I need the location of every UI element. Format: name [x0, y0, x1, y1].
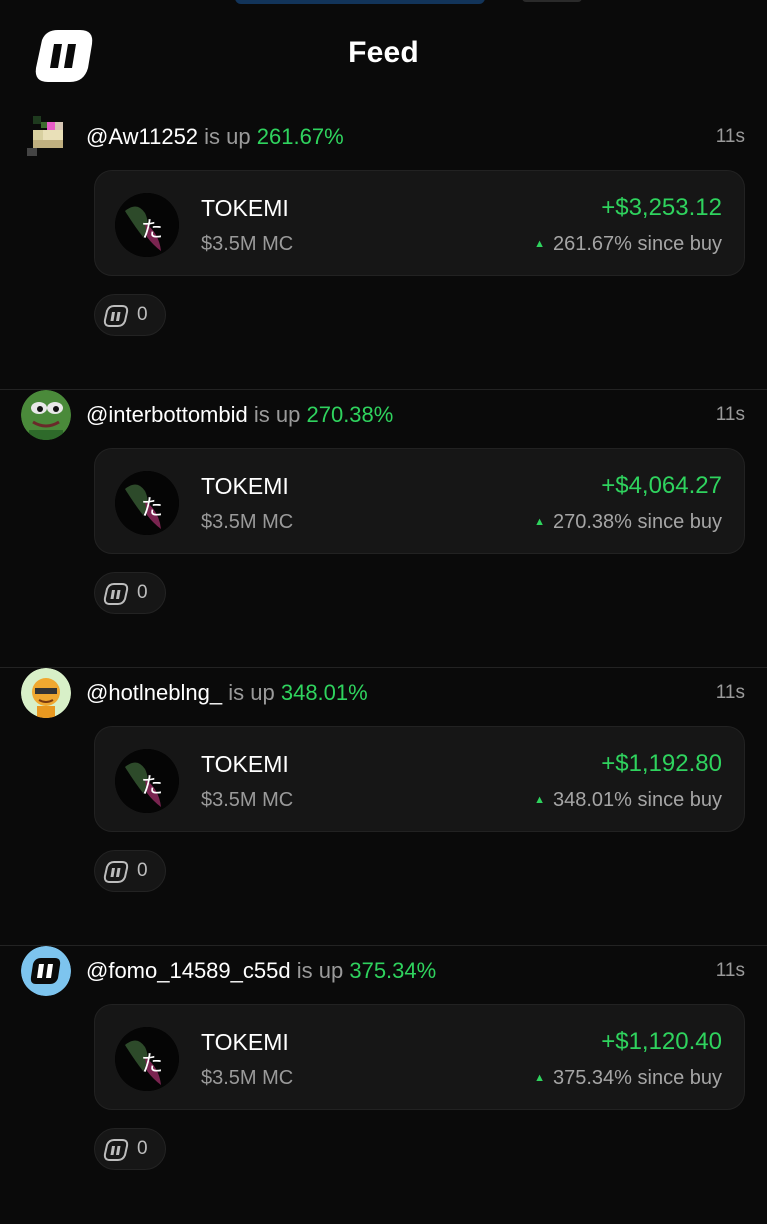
token-market-cap: $3.5M MC [201, 789, 294, 811]
post-time: 11s [715, 682, 745, 703]
token-icon: た [115, 471, 179, 535]
token-leaf-icon: た [115, 749, 179, 813]
token-name: TOKEMI [201, 195, 289, 221]
post-headline: @hotlneblng_ is up 348.01% [86, 680, 368, 706]
token-market-cap: $3.5M MC [201, 511, 294, 533]
reaction-count: 0 [137, 304, 148, 325]
post-time: 11s [715, 960, 745, 981]
up-triangle-icon: ▲ [534, 516, 545, 528]
token-icon: た [115, 749, 179, 813]
feed-post[interactable]: @hotlneblng_ is up 348.01% 11s た TOKEMI … [0, 668, 767, 946]
reaction-logo-icon [103, 583, 129, 605]
gain-amount: +$1,192.80 [601, 750, 722, 777]
since-buy: ▲ 261.67% since buy [534, 233, 722, 256]
user-handle[interactable]: @fomo_14589_c55d [86, 958, 291, 983]
feed-post[interactable]: @fomo_14589_c55d is up 375.34% 11s た TOK… [0, 946, 767, 1224]
reaction-logo-icon [103, 305, 129, 327]
since-buy: ▲ 375.34% since buy [534, 1067, 722, 1090]
token-icon: た [115, 1027, 179, 1091]
user-handle[interactable]: @interbottombid [86, 402, 248, 427]
frog-avatar-icon[interactable] [21, 390, 71, 440]
is-up-text: is up [204, 124, 251, 149]
default-logo-avatar-icon[interactable] [21, 946, 71, 996]
token-name: TOKEMI [201, 751, 289, 777]
since-buy-text: 270.38% since buy [552, 511, 722, 533]
token-glyph: た [141, 496, 163, 521]
token-market-cap: $3.5M MC [201, 233, 294, 255]
up-triangle-icon: ▲ [534, 794, 545, 806]
post-time: 11s [715, 404, 745, 425]
token-card[interactable]: た TOKEMI $3.5M MC +$1,120.40 ▲ 375.34% si… [94, 1004, 745, 1110]
up-triangle-icon: ▲ [534, 238, 545, 250]
is-up-text: is up [253, 402, 301, 427]
up-triangle-icon: ▲ [534, 1072, 545, 1084]
token-card[interactable]: た TOKEMI $3.5M MC +$3,253.12 ▲ 261.67% si… [94, 170, 745, 276]
reaction-button[interactable]: 0 [94, 294, 166, 336]
header: Feed [0, 0, 767, 112]
feed-post[interactable]: @Aw11252 is up 261.67% 11s た TOKEMI $3.5… [0, 112, 767, 390]
gain-amount: +$1,120.40 [601, 1028, 722, 1055]
token-glyph: た [141, 218, 163, 243]
user-handle[interactable]: @hotlneblng_ [86, 680, 222, 705]
since-buy-text: 348.01% since buy [552, 789, 722, 811]
since-buy-text: 261.67% since buy [552, 233, 722, 255]
user-handle[interactable]: @Aw11252 [86, 124, 198, 149]
reaction-button[interactable]: 0 [94, 572, 166, 614]
post-header: @hotlneblng_ is up 348.01% 11s [20, 668, 745, 718]
page-title: Feed [348, 36, 419, 69]
gain-percent: 375.34% [349, 958, 437, 983]
post-header: @Aw11252 is up 261.67% 11s [20, 112, 745, 162]
post-headline: @fomo_14589_c55d is up 375.34% [86, 958, 436, 984]
post-headline: @interbottombid is up 270.38% [86, 402, 393, 428]
post-header: @fomo_14589_c55d is up 375.34% 11s [20, 946, 745, 996]
is-up-text: is up [228, 680, 275, 705]
since-buy: ▲ 270.38% since buy [534, 511, 722, 534]
token-icon: た [115, 193, 179, 257]
post-header: @interbottombid is up 270.38% 11s [20, 390, 745, 440]
reaction-button[interactable]: 0 [94, 850, 166, 892]
reaction-button[interactable]: 0 [94, 1128, 166, 1170]
post-time: 11s [715, 126, 745, 147]
token-leaf-icon: た [115, 471, 179, 535]
reaction-count: 0 [137, 860, 148, 881]
feed-list: @Aw11252 is up 261.67% 11s た TOKEMI $3.5… [0, 112, 767, 1224]
gain-amount: +$4,064.27 [601, 472, 722, 499]
reaction-logo-icon [103, 1139, 129, 1161]
gain-percent: 270.38% [306, 402, 394, 427]
pixel-avatar-icon[interactable] [21, 112, 71, 162]
gain-percent: 261.67% [256, 124, 344, 149]
token-name: TOKEMI [201, 1029, 289, 1055]
post-headline: @Aw11252 is up 261.67% [86, 124, 344, 150]
token-leaf-icon: た [115, 193, 179, 257]
reaction-logo-icon [103, 861, 129, 883]
gain-percent: 348.01% [280, 680, 368, 705]
token-glyph: た [141, 1052, 163, 1077]
cartoon-avatar-icon[interactable] [21, 668, 71, 718]
feed-post[interactable]: @interbottombid is up 270.38% 11s た TOKE… [0, 390, 767, 668]
since-buy: ▲ 348.01% since buy [534, 789, 722, 812]
token-card[interactable]: た TOKEMI $3.5M MC +$4,064.27 ▲ 270.38% si… [94, 448, 745, 554]
token-glyph: た [141, 774, 163, 799]
token-card[interactable]: た TOKEMI $3.5M MC +$1,192.80 ▲ 348.01% si… [94, 726, 745, 832]
token-name: TOKEMI [201, 473, 289, 499]
gain-amount: +$3,253.12 [601, 194, 722, 221]
is-up-text: is up [296, 958, 344, 983]
token-market-cap: $3.5M MC [201, 1067, 294, 1089]
reaction-count: 0 [137, 1138, 148, 1159]
since-buy-text: 375.34% since buy [552, 1067, 722, 1089]
token-leaf-icon: た [115, 1027, 179, 1091]
reaction-count: 0 [137, 582, 148, 603]
